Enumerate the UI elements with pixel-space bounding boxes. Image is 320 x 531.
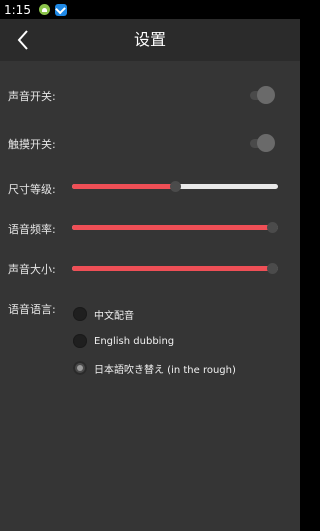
- radio-button[interactable]: [73, 361, 87, 375]
- app-notification-icon: [54, 3, 67, 16]
- volume-slider[interactable]: [72, 261, 278, 275]
- language-option-japanese[interactable]: 日本語吹き替え (in the rough): [73, 359, 236, 377]
- voice-frequency-fill: [72, 225, 272, 230]
- language-option-label: 日本語吹き替え (in the rough): [94, 364, 236, 376]
- volume-fill: [72, 266, 272, 271]
- language-option-chinese[interactable]: 中文配音: [73, 305, 134, 323]
- sound-switch[interactable]: [248, 86, 276, 104]
- voice-frequency-knob[interactable]: [266, 222, 278, 233]
- radio-button[interactable]: [73, 334, 87, 348]
- page-title: 设置: [133, 30, 166, 49]
- language-option-label: 中文配音: [94, 310, 134, 322]
- voice-language-label: 语音语言:: [8, 303, 56, 316]
- status-bar: 1:15: [0, 0, 300, 19]
- sound-switch-thumb: [257, 86, 275, 104]
- settings-panel: 声音开关: 触摸开关: 尺寸等级: 语音频率: 声音大小: 语音语言: 中文配音…: [0, 61, 300, 531]
- voice-frequency-label: 语音频率:: [8, 223, 56, 236]
- status-time: 1:15: [4, 2, 31, 17]
- language-option-english[interactable]: English dubbing: [73, 332, 174, 350]
- sound-switch-label: 声音开关:: [8, 90, 56, 103]
- volume-knob[interactable]: [266, 263, 278, 274]
- language-option-label: English dubbing: [94, 335, 175, 347]
- touch-switch-label: 触摸开关:: [8, 138, 56, 151]
- radio-button[interactable]: [73, 307, 87, 321]
- size-level-label: 尺寸等级:: [8, 183, 56, 196]
- size-level-slider[interactable]: [72, 179, 278, 193]
- volume-label: 声音大小:: [8, 263, 56, 276]
- size-level-fill: [72, 184, 175, 189]
- app-bar: 设置: [0, 19, 300, 61]
- touch-switch[interactable]: [248, 134, 276, 152]
- android-icon: [38, 4, 50, 15]
- size-level-knob[interactable]: [170, 181, 181, 192]
- voice-frequency-slider[interactable]: [72, 220, 278, 234]
- touch-switch-thumb: [257, 134, 275, 152]
